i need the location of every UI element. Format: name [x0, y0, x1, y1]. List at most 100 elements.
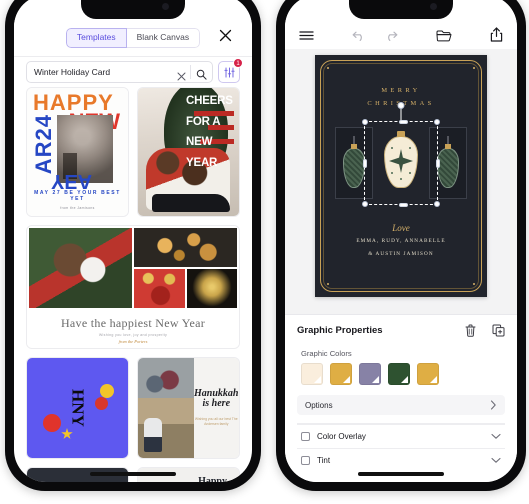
color-swatch-forest-green[interactable] — [388, 363, 410, 385]
home-indicator — [358, 472, 444, 476]
options-label: Options — [305, 400, 333, 410]
resize-handle-bl[interactable] — [362, 201, 368, 207]
resize-handle-br[interactable] — [434, 201, 440, 207]
picker-tabs: Templates Blank Canvas — [14, 28, 252, 48]
legs-graphic — [152, 194, 230, 212]
right-phone-screen: MERRY CHRISTMAS — [285, 0, 517, 482]
hny-letters: HNY — [68, 389, 88, 427]
signoff-names-2: & AUSTIN JAMISON — [368, 250, 434, 257]
selection-bounding-box[interactable] — [362, 102, 440, 207]
ornament-star-icon — [389, 149, 413, 173]
collage-images — [27, 226, 239, 308]
clear-search-icon[interactable] — [177, 68, 186, 80]
toggle-color-overlay[interactable]: Color Overlay — [297, 424, 505, 448]
template-card-happiest-new-year[interactable]: Have the happiest New Year Wishing you l… — [26, 225, 240, 349]
filter-sliders-icon — [223, 66, 235, 78]
template-card-hny-purple[interactable]: HNY — [26, 357, 129, 459]
template-tagline: MAY 27 BE YOUR BEST YET — [34, 190, 121, 202]
star-icon — [61, 428, 73, 439]
rotate-handle[interactable] — [397, 102, 405, 109]
color-swatch-gold[interactable] — [330, 363, 352, 385]
template-card-hanukkah[interactable]: Hanukkah is here Wishing you all our bes… — [137, 357, 240, 459]
right-phone-frame: MERRY CHRISTMAS — [276, 0, 526, 491]
screenshot-stage: Templates Blank Canvas Winter Holiday Ca… — [0, 0, 529, 504]
resize-handle-tl[interactable] — [362, 119, 368, 125]
undo-arrow-icon[interactable] — [352, 30, 366, 42]
cheers-text: CHEERS FOR A NEW YEAR — [186, 95, 234, 170]
collage-photo-sparkler — [186, 269, 237, 308]
share-upload-icon[interactable] — [490, 27, 503, 42]
left-phone-frame: Templates Blank Canvas Winter Holiday Ca… — [5, 0, 261, 491]
filter-badge: 1 — [233, 58, 243, 68]
ornament-right[interactable] — [437, 136, 459, 188]
filter-button[interactable]: 1 — [218, 58, 243, 83]
graphic-colors-label: Graphic Colors — [301, 349, 352, 358]
collage-caption-main: Have the happiest New Year — [60, 316, 206, 330]
hanukkah-line-2: is here — [202, 398, 231, 410]
resize-handle-top[interactable] — [399, 119, 408, 124]
panel-title: Graphic Properties — [297, 324, 383, 336]
resize-handle-right[interactable] — [435, 158, 440, 168]
template-grid[interactable]: HAPPY AR24 NEW YEA MAY 27 BE YOUR BEST Y… — [14, 87, 252, 482]
search-row: Winter Holiday Card 1 — [26, 58, 243, 83]
card-signoff[interactable]: Love EMMA, RUDY, ANNABELLE & AUSTIN JAMI… — [315, 223, 487, 259]
tab-templates[interactable]: Templates — [65, 28, 127, 48]
folder-icon[interactable] — [436, 29, 452, 42]
color-swatch-gold-2[interactable] — [417, 363, 439, 385]
collage-caption: Have the happiest New Year Wishing you l… — [27, 316, 239, 344]
collage-photo-bokeh — [134, 228, 237, 267]
ball-yellow — [100, 384, 114, 398]
options-row[interactable]: Options — [297, 395, 505, 415]
trash-icon[interactable] — [465, 324, 476, 337]
color-swatches — [297, 363, 505, 385]
collage-caption-sub: Wishing you love, joy and prosperity — [98, 333, 168, 337]
duplicate-icon[interactable] — [492, 324, 505, 337]
cheers-line-3: NEW — [186, 136, 213, 149]
template-card-happy-new-year[interactable]: HAPPY AR24 NEW YEA MAY 27 BE YOUR BEST Y… — [26, 87, 129, 217]
resize-handle-bottom[interactable] — [399, 202, 408, 207]
chevron-down-icon[interactable] — [491, 433, 501, 440]
signoff-script: Love — [392, 222, 410, 233]
search-value: Winter Holiday Card — [34, 66, 111, 77]
collage-signature: from the Porters — [118, 339, 148, 344]
tint-label: Tint — [317, 456, 331, 465]
editor-canvas-area[interactable]: MERRY CHRISTMAS — [285, 49, 517, 314]
ornaments-row — [315, 102, 487, 213]
template-row-1: HAPPY AR24 NEW YEA MAY 27 BE YOUR BEST Y… — [26, 87, 240, 225]
template-subtext: from the Jamisons — [60, 206, 95, 210]
home-indicator — [90, 472, 176, 476]
search-icon[interactable] — [196, 67, 207, 80]
cheers-line-4: YEAR — [186, 157, 218, 170]
front-camera-icon — [162, 3, 169, 10]
chevron-right-icon — [490, 400, 497, 410]
cheers-line-1: CHEERS — [186, 95, 233, 107]
toggle-tint[interactable]: Tint — [297, 448, 505, 472]
selected-ornament-graphic[interactable] — [384, 131, 418, 188]
resize-handle-tr[interactable] — [434, 119, 440, 125]
template-bottom-word: YEA — [51, 170, 93, 192]
search-input[interactable]: Winter Holiday Card — [26, 61, 213, 83]
cheers-line-2: FOR A — [186, 115, 221, 128]
graphic-properties-panel: Graphic Properties Graphic Colors Option… — [285, 314, 517, 482]
hny-letters-text: HNY — [68, 389, 88, 427]
hanukkah-subtext: Wishing you all our best The Andersen fa… — [194, 416, 238, 426]
greeting-card-canvas[interactable]: MERRY CHRISTMAS — [315, 55, 487, 297]
phone-notch — [81, 0, 185, 19]
ornament-left[interactable] — [343, 136, 365, 188]
tab-blank-canvas[interactable]: Blank Canvas — [126, 28, 201, 48]
template-left-column: AR24 — [31, 114, 56, 175]
checkbox-color-overlay[interactable] — [301, 432, 310, 441]
color-swatch-cream[interactable] — [301, 363, 323, 385]
checkbox-tint[interactable] — [301, 456, 310, 465]
color-overlay-label: Color Overlay — [317, 432, 366, 441]
signoff-names-1: EMMA, RUDY, ANNABELLE — [356, 237, 446, 244]
collage-photo-main — [29, 228, 132, 308]
hanukkah-photo — [138, 358, 194, 458]
color-swatch-slate-purple[interactable] — [359, 363, 381, 385]
redo-arrow-icon[interactable] — [384, 30, 398, 42]
hamburger-menu-icon[interactable] — [299, 29, 314, 42]
resize-handle-left[interactable] — [362, 158, 367, 168]
template-card-cheers[interactable]: CHEERS FOR A NEW YEAR — [137, 87, 240, 217]
close-icon[interactable] — [219, 29, 232, 42]
chevron-down-icon[interactable] — [491, 457, 501, 464]
